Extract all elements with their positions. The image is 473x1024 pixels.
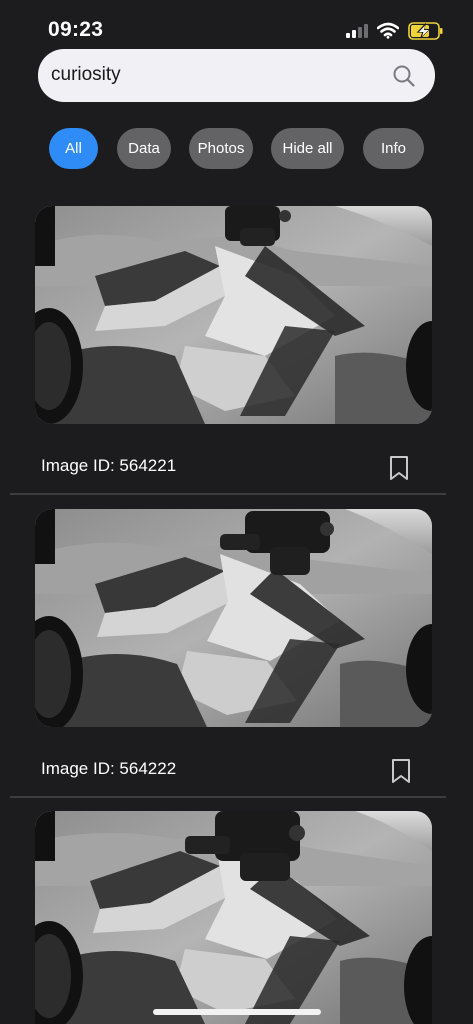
status-time: 09:23 [48,18,104,41]
battery-charging-icon [408,22,443,40]
filter-chip-all[interactable]: All [49,128,98,169]
filter-chip-hide-all[interactable]: Hide all [271,128,344,169]
bookmark-icon[interactable] [390,758,412,784]
rover-photo[interactable] [35,509,432,727]
search-bar [38,49,435,102]
filter-chip-info[interactable]: Info [363,128,424,169]
search-input[interactable] [51,63,371,87]
card-divider [10,493,446,495]
rover-photo[interactable] [35,811,432,1024]
image-id-label: Image ID: 564221 [41,456,177,475]
app-screen: 09:23 All Data Photos Hide all [0,0,473,1024]
filter-chip-photos[interactable]: Photos [189,128,253,169]
rover-photo[interactable] [35,206,432,424]
status-bar: 09:23 [0,0,473,50]
home-indicator[interactable] [153,1009,321,1015]
card-divider [10,796,446,798]
bookmark-icon[interactable] [388,455,410,481]
search-icon[interactable] [392,64,416,88]
image-id-label: Image ID: 564222 [41,759,177,778]
wifi-icon [377,22,399,39]
filter-chip-data[interactable]: Data [117,128,171,169]
signal-icon [346,24,368,38]
